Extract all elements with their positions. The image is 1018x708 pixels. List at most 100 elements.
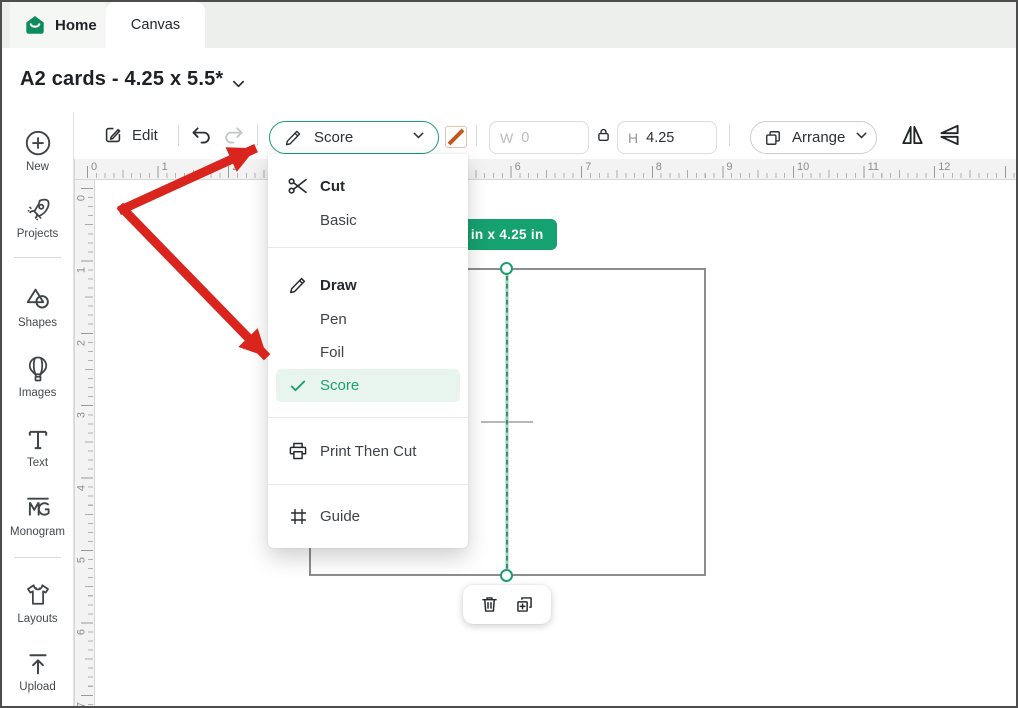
sidebar-divider xyxy=(14,557,61,558)
menu-divider xyxy=(268,484,468,485)
menu-item-basic[interactable]: Basic xyxy=(268,203,468,237)
plus-circle-icon xyxy=(23,128,53,158)
sidebar-item-new[interactable]: New xyxy=(2,128,73,173)
title-chevron-down-icon[interactable] xyxy=(230,76,247,96)
width-field[interactable]: W xyxy=(489,121,589,154)
undo-icon[interactable] xyxy=(190,125,213,146)
edit-toolbar: Edit Score W xyxy=(74,112,1018,159)
toolbar-divider xyxy=(178,125,179,146)
chevron-down-icon xyxy=(854,128,869,147)
menu-item-label: Print Then Cut xyxy=(320,443,416,460)
sidebar-item-label: Images xyxy=(19,387,57,399)
sidebar-item-text[interactable]: Text xyxy=(2,426,73,469)
duplicate-icon[interactable] xyxy=(514,594,535,615)
arrow-to-score-menu-item xyxy=(123,209,264,354)
menu-item-label: Score xyxy=(320,377,359,394)
sidebar-item-images[interactable]: Images xyxy=(2,354,73,399)
tab-canvas[interactable]: Canvas xyxy=(106,2,205,48)
menu-item-foil[interactable]: Foil xyxy=(268,335,468,369)
height-input[interactable] xyxy=(646,130,704,146)
ruler-number: 0 xyxy=(91,161,97,173)
ruler-number: 1 xyxy=(162,161,168,173)
ruler-number: 3 xyxy=(76,409,88,422)
menu-item-guide[interactable]: Guide xyxy=(268,499,468,533)
height-label: H xyxy=(628,130,638,146)
sidebar-divider xyxy=(14,257,61,258)
ruler-number: 2 xyxy=(232,161,238,173)
toolbar-divider xyxy=(729,125,730,146)
ruler-number: 6 xyxy=(76,626,88,639)
ruler-number: 6 xyxy=(515,161,521,173)
top-tab-bar: Home Canvas xyxy=(2,2,1016,48)
chevron-down-icon xyxy=(411,128,426,147)
project-title: A2 cards - 4.25 x 5.5* xyxy=(20,68,223,91)
pencil-icon xyxy=(286,274,310,296)
sidebar-item-label: Layouts xyxy=(17,613,57,625)
sidebar-item-projects[interactable]: Projects xyxy=(2,195,73,240)
menu-item-print-then-cut[interactable]: Print Then Cut xyxy=(268,434,468,468)
arrange-dropdown[interactable]: Arrange xyxy=(750,121,877,154)
menu-item-pen[interactable]: Pen xyxy=(268,302,468,336)
linetype-color-swatch[interactable] xyxy=(445,126,467,148)
menu-item-label: Basic xyxy=(320,212,357,229)
menu-item-label: Pen xyxy=(320,311,347,328)
cricut-logo-icon xyxy=(24,14,46,36)
height-field[interactable]: H xyxy=(617,121,717,154)
horizontal-ruler: 0123456789101112 xyxy=(74,159,1018,180)
ruler-number: 5 xyxy=(76,554,88,567)
ruler-number: 9 xyxy=(726,161,732,173)
edit-button-label: Edit xyxy=(132,127,158,144)
sidebar-item-shapes[interactable]: Shapes xyxy=(2,284,73,329)
sidebar-item-label: Monogram xyxy=(10,526,65,538)
flip-horizontal-icon[interactable] xyxy=(899,122,926,153)
hot-air-balloon-icon xyxy=(23,354,53,384)
selection-handle-top[interactable] xyxy=(500,262,513,275)
selection-action-toolbar xyxy=(463,585,551,624)
menu-item-cut[interactable]: Cut xyxy=(268,169,468,203)
sidebar-item-label: Projects xyxy=(17,228,59,240)
ruler-number: 4 xyxy=(76,481,88,494)
layers-icon xyxy=(763,128,783,148)
menu-item-label: Foil xyxy=(320,344,344,361)
lock-icon[interactable] xyxy=(595,126,612,149)
tshirt-icon xyxy=(23,580,53,610)
menu-item-label: Guide xyxy=(320,508,360,525)
text-icon xyxy=(24,426,52,454)
ruler-number: 0 xyxy=(76,192,88,205)
left-sidebar: New Projects Shapes Images Text xyxy=(2,112,74,708)
linetype-menu: Cut Basic Draw Pen Foil Score xyxy=(268,154,468,548)
menu-item-score[interactable]: Score xyxy=(276,369,460,402)
menu-divider xyxy=(268,247,468,248)
menu-item-label: Cut xyxy=(320,178,345,195)
menu-item-label: Draw xyxy=(320,277,357,294)
arrange-label: Arrange xyxy=(792,129,845,146)
sidebar-item-label: New xyxy=(26,161,49,173)
sidebar-item-layouts[interactable]: Layouts xyxy=(2,580,73,625)
tab-home-label: Home xyxy=(55,17,97,34)
ruler-number: 7 xyxy=(76,698,88,708)
ruler-number: 7 xyxy=(585,161,591,173)
printer-icon xyxy=(286,440,310,462)
redo-icon[interactable] xyxy=(222,125,245,146)
width-input[interactable] xyxy=(521,130,579,146)
linetype-dropdown[interactable]: Score xyxy=(269,121,439,154)
sidebar-item-label: Upload xyxy=(19,681,55,693)
selection-handle-bottom[interactable] xyxy=(500,569,513,582)
sidebar-item-label: Text xyxy=(27,457,48,469)
menu-item-draw[interactable]: Draw xyxy=(268,268,468,302)
check-icon xyxy=(286,376,310,396)
app-window: Home Canvas A2 cards - 4.25 x 5.5* Edit xyxy=(0,0,1018,708)
edit-button[interactable]: Edit xyxy=(102,124,158,146)
sidebar-item-upload[interactable]: Upload xyxy=(2,650,73,693)
ruler-number: 10 xyxy=(797,161,809,173)
tab-home[interactable]: Home xyxy=(10,2,106,48)
ruler-number: 8 xyxy=(656,161,662,173)
delete-icon[interactable] xyxy=(479,594,500,615)
flip-vertical-icon[interactable] xyxy=(936,122,963,153)
shapes-icon xyxy=(23,284,53,314)
sidebar-item-monogram[interactable]: Monogram xyxy=(2,493,73,538)
vertical-ruler: 01234567 xyxy=(74,180,95,708)
title-bar: A2 cards - 4.25 x 5.5* xyxy=(2,48,1016,112)
score-line[interactable] xyxy=(499,262,515,582)
scissors-icon xyxy=(286,174,310,198)
